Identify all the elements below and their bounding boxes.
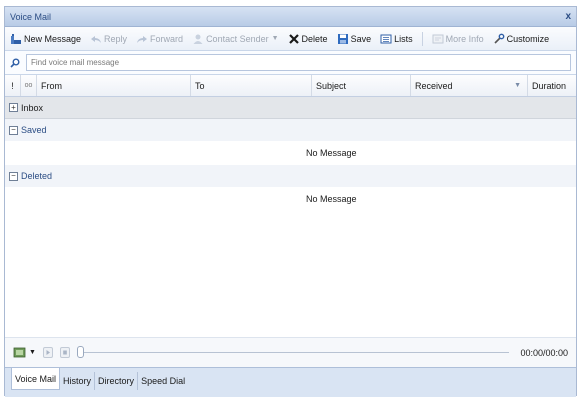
playback-time: 00:00/00:00 [520,347,568,358]
close-button[interactable]: x [565,11,571,22]
chevron-down-icon: ▼ [29,349,36,356]
column-importance[interactable]: ! [5,75,21,96]
playback-bar: ▼ 00:00/00:00 [5,337,576,367]
toolbar: New Message Reply Forward Contact Sender… [5,27,576,51]
customize-label: Customize [506,33,550,44]
customize-icon [494,33,505,44]
voice-mail-window: Voice Mail x New Message Reply Forward C… [4,6,577,397]
column-from-label: From [41,80,62,91]
column-from[interactable]: From [37,75,191,96]
playback-slider[interactable] [76,346,510,358]
group-saved-label: Saved [21,125,47,135]
forward-label: Forward [150,33,184,44]
title-bar: Voice Mail x [5,7,576,27]
group-inbox-label: Inbox [21,102,44,113]
chevron-down-icon[interactable]: ▼ [272,35,279,42]
save-icon [337,33,348,44]
column-header-row: ! oo From To Subject Received ▼ Duration [5,75,576,97]
search-bar [5,51,576,75]
customize-button[interactable]: Customize [493,33,550,45]
search-input[interactable] [26,54,571,71]
column-received-label: Received [415,80,453,91]
search-icon [10,58,20,68]
column-to-label: To [195,80,205,91]
more-info-button[interactable]: More Info [432,33,484,45]
message-list-empty-area [5,211,576,311]
collapse-icon[interactable]: − [9,171,18,181]
delete-button[interactable]: Delete [288,33,328,45]
playback-slider-handle[interactable] [76,346,84,358]
expand-icon[interactable]: + [9,103,18,112]
lists-button[interactable]: Lists [380,33,413,45]
save-button[interactable]: Save [337,33,372,45]
column-attachment[interactable]: oo [21,75,37,96]
group-inbox[interactable]: + Inbox [5,97,576,119]
column-duration[interactable]: Duration [528,75,576,96]
collapse-icon[interactable]: − [9,125,18,135]
window-title: Voice Mail [10,11,52,22]
tab-strip: Voice Mail History Directory Speed Dial [5,367,576,397]
attachment-icon: oo [24,82,33,89]
forward-icon [137,35,148,43]
column-subject[interactable]: Subject [312,75,411,96]
lists-icon [380,34,392,43]
audio-device-button[interactable]: ▼ [13,347,36,358]
play-icon[interactable] [42,347,53,358]
reply-button[interactable]: Reply [90,33,127,45]
tab-history[interactable]: History [60,372,96,390]
reply-icon [91,35,102,43]
group-saved[interactable]: − Saved [5,119,576,141]
saved-empty-text: No Message [306,148,357,158]
column-received[interactable]: Received ▼ [411,75,528,96]
tab-voice-mail[interactable]: Voice Mail [11,368,61,390]
deleted-empty-text: No Message [306,194,357,204]
importance-icon: ! [11,80,14,91]
toolbar-separator [421,31,423,46]
column-to[interactable]: To [191,75,312,96]
save-label: Save [350,33,372,44]
more-info-label: More Info [445,33,484,44]
delete-icon [288,33,299,44]
new-message-label: New Message [24,33,82,44]
sort-descending-icon: ▼ [514,82,521,89]
audio-device-icon [13,347,26,358]
new-message-button[interactable]: New Message [10,33,81,45]
column-subject-label: Subject [316,80,347,91]
stop-icon[interactable] [59,347,70,358]
group-deleted-label: Deleted [21,171,53,181]
group-deleted[interactable]: − Deleted [5,165,576,187]
forward-button[interactable]: Forward [136,33,183,45]
column-duration-label: Duration [532,80,567,91]
saved-empty-row: No Message [5,141,576,165]
tab-speed-dial[interactable]: Speed Dial [138,372,188,390]
lists-label: Lists [394,33,413,44]
new-message-icon [11,33,21,44]
reply-label: Reply [104,33,128,44]
more-info-icon [432,34,444,43]
contact-sender-label: Contact Sender [206,33,269,44]
contact-sender-button[interactable]: Contact Sender ▼ [192,33,279,45]
delete-label: Delete [301,33,328,44]
tab-directory[interactable]: Directory [95,372,139,390]
contact-sender-icon [193,34,203,44]
deleted-empty-row: No Message [5,187,576,211]
